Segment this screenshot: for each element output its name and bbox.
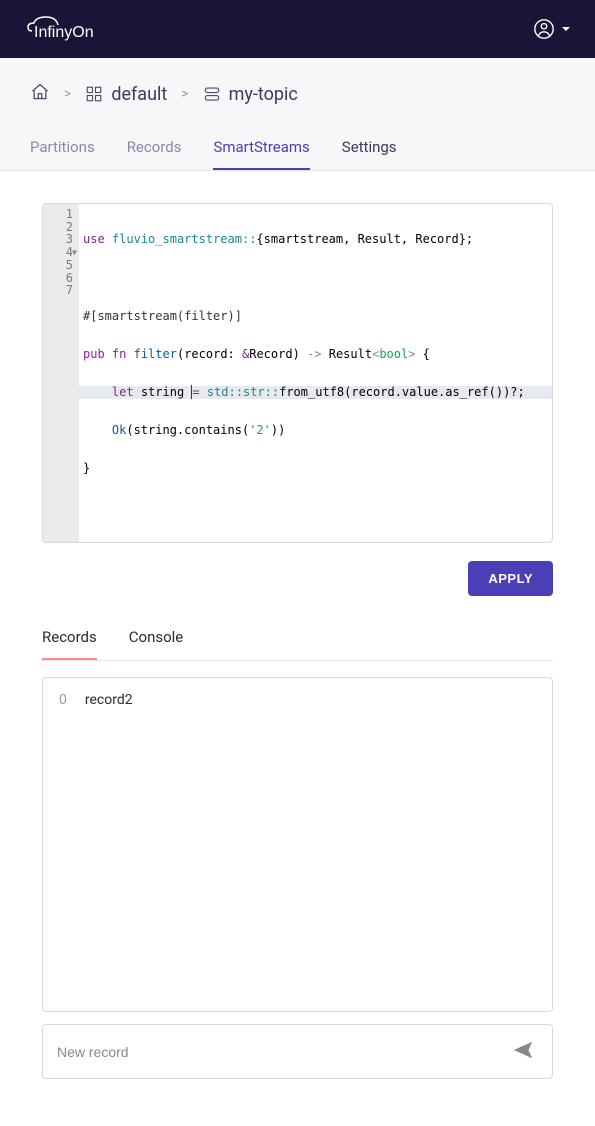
apply-button[interactable]: APPLY [468, 561, 553, 596]
user-menu[interactable] [533, 18, 571, 40]
breadcrumb-cluster[interactable]: default [85, 84, 167, 105]
code-line: #[smartstream(filter)] [79, 310, 552, 323]
code-gutter: 1 2 3 4▼ 5 6 7 [43, 204, 79, 542]
tab-records[interactable]: Records [127, 138, 182, 170]
send-icon [512, 1039, 534, 1061]
record-index: 0 [59, 692, 67, 708]
breadcrumb-separator: > [64, 86, 71, 102]
main-tabs: Partitions Records SmartStreams Settings [0, 138, 595, 171]
code-line: use fluvio_smartstream::{smartstream, Re… [79, 233, 552, 246]
home-icon[interactable] [30, 82, 50, 106]
code-line: pub fn filter(record: &Record) -> Result… [79, 348, 552, 361]
tab-settings[interactable]: Settings [342, 138, 397, 170]
code-line-active: let string = std::str::from_utf8(record.… [79, 386, 552, 399]
code-line: Ok(string.contains('2')) [79, 424, 552, 437]
grid-icon [85, 85, 103, 103]
app-header: InfinyOn [0, 0, 595, 58]
new-record-row [42, 1024, 553, 1079]
send-button[interactable] [508, 1035, 538, 1068]
user-icon [533, 18, 555, 40]
new-record-input[interactable] [57, 1044, 508, 1060]
sub-tabs: Records Console [42, 628, 553, 661]
logo: InfinyOn [24, 13, 104, 45]
tab-smartstreams[interactable]: SmartStreams [213, 138, 309, 170]
sub-tab-records[interactable]: Records [42, 628, 97, 660]
tab-partitions[interactable]: Partitions [30, 138, 95, 170]
code-content[interactable]: use fluvio_smartstream::{smartstream, Re… [79, 204, 552, 542]
breadcrumb-separator: > [181, 86, 188, 102]
main-area: 1 2 3 4▼ 5 6 7 use fluvio_smartstream::{… [0, 171, 595, 1099]
page-content: > default > my-topic Partitions Records … [0, 58, 595, 171]
logo-icon: InfinyOn [24, 13, 104, 45]
code-line: } [79, 462, 552, 475]
apply-row: APPLY [42, 561, 553, 596]
topic-icon [203, 85, 221, 103]
chevron-down-icon [561, 24, 571, 34]
breadcrumb-topic[interactable]: my-topic [203, 84, 298, 105]
svg-text:InfinyOn: InfinyOn [34, 24, 94, 41]
breadcrumb-cluster-label: default [111, 84, 167, 105]
sub-tab-console[interactable]: Console [129, 628, 184, 660]
record-value: record2 [85, 692, 133, 708]
record-row: 0 record2 [59, 692, 536, 708]
breadcrumb: > default > my-topic [30, 82, 565, 106]
records-box: 0 record2 [42, 677, 553, 1012]
code-editor[interactable]: 1 2 3 4▼ 5 6 7 use fluvio_smartstream::{… [42, 203, 553, 543]
breadcrumb-topic-label: my-topic [229, 84, 298, 105]
code-line [79, 272, 552, 285]
